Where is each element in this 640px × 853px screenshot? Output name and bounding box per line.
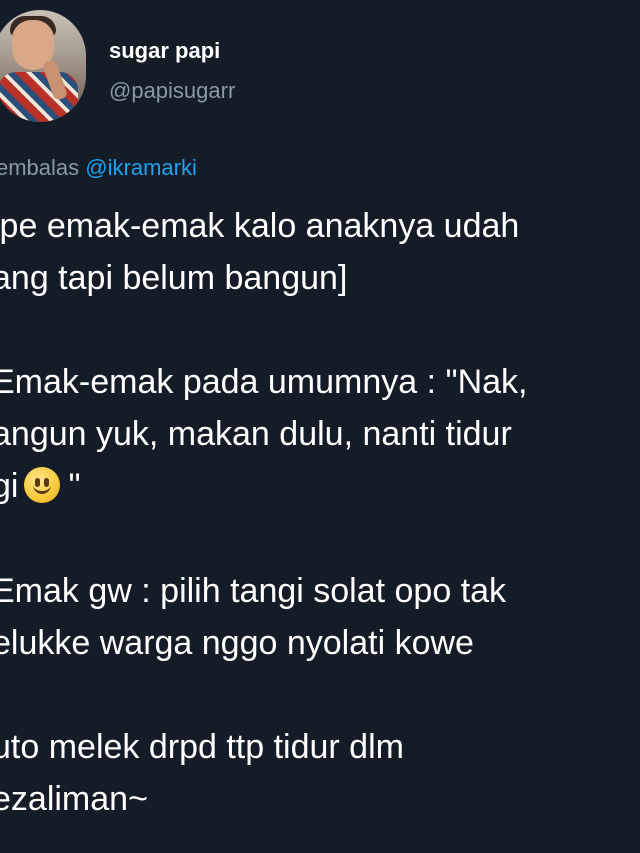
tweet-text-fragment: " — [68, 467, 81, 505]
tweet-card: sugar papi @papisugarr embalas @ikramark… — [0, 0, 640, 853]
tweet-text-line: elukke warga nggo nyolati kowe — [0, 624, 474, 662]
reply-mention-link[interactable]: @ikramarki — [85, 155, 197, 180]
tweet-text-line: ezaliman~ — [0, 780, 148, 818]
avatar-shirt — [0, 72, 78, 122]
slightly-smiling-face-icon — [24, 467, 61, 503]
avatar[interactable] — [0, 10, 86, 122]
tweet-text-line: ang tapi belum bangun] — [0, 259, 348, 297]
reply-prefix: embalas — [0, 155, 80, 180]
tweet-text-line: Emak-emak pada umumnya : "Nak, — [0, 363, 528, 401]
display-name[interactable]: sugar papi — [109, 38, 220, 64]
tweet-text-line: uto melek drpd ttp tidur dlm — [0, 728, 404, 766]
tweet-text-line: Emak gw : pilih tangi solat opo tak — [0, 572, 507, 610]
tweet-text-line: ipe emak-emak kalo anaknya udah — [0, 207, 520, 245]
tweet-text-fragment: gi — [0, 467, 19, 505]
tweet-text-line: angun yuk, makan dulu, nanti tidur — [0, 415, 512, 453]
reply-to-line: embalas @ikramarki — [0, 155, 197, 181]
tweet-text-line-with-emoji: gi " — [0, 466, 81, 506]
user-handle[interactable]: @papisugarr — [109, 78, 235, 104]
